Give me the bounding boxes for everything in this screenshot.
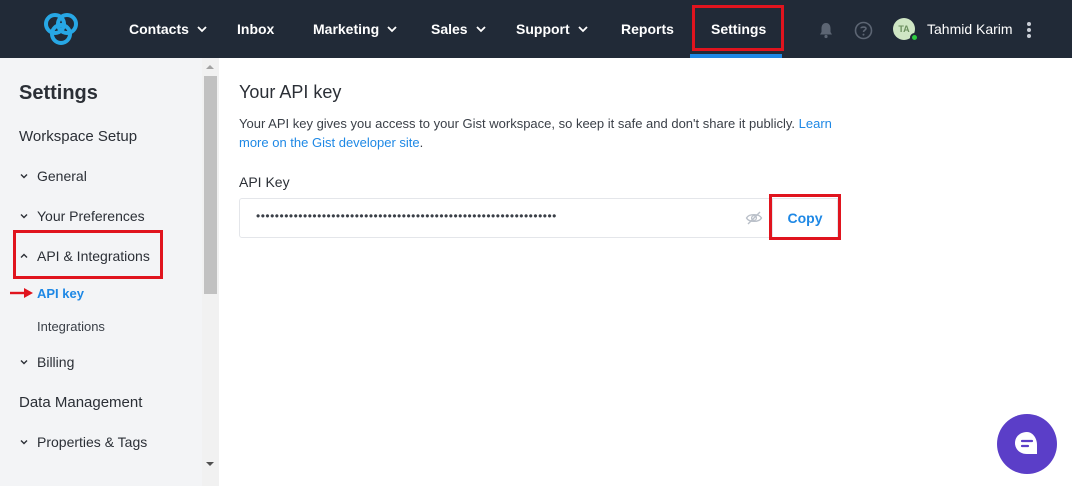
nav-support-label: Support xyxy=(516,21,570,37)
sidebar-section-workspace-setup: Workspace Setup xyxy=(19,128,138,145)
chat-launcher-button[interactable] xyxy=(997,414,1057,474)
gist-logo-icon[interactable] xyxy=(42,11,80,47)
nav-reports-label: Reports xyxy=(621,21,674,37)
sidebar-subitem-integrations[interactable]: Integrations xyxy=(37,319,105,334)
api-key-label: API Key xyxy=(239,174,290,190)
chat-icon xyxy=(1015,432,1037,454)
online-status-dot xyxy=(910,33,919,42)
copy-button-label: Copy xyxy=(787,210,823,226)
settings-sidebar: Settings Workspace Setup General Your Pr… xyxy=(0,58,219,486)
sidebar-item-api-integrations[interactable]: API & Integrations xyxy=(19,248,150,264)
sidebar-item-label: Properties & Tags xyxy=(37,434,148,450)
page-title: Your API key xyxy=(239,82,342,102)
learn-more-link-part-2: more on the Gist developer site xyxy=(239,135,420,150)
sidebar-section-data-management: Data Management xyxy=(19,394,143,411)
sidebar-item-properties-tags[interactable]: Properties & Tags xyxy=(19,434,147,450)
scroll-down-icon[interactable] xyxy=(205,460,215,468)
nav-marketing[interactable]: Marketing xyxy=(313,0,398,58)
nav-reports[interactable]: Reports xyxy=(621,0,674,58)
sidebar-item-billing[interactable]: Billing xyxy=(19,354,74,370)
nav-active-indicator xyxy=(690,54,782,58)
eye-slash-icon[interactable] xyxy=(745,210,763,226)
sidebar-item-your-preferences[interactable]: Your Preferences xyxy=(19,208,145,224)
avatar-initials: TA xyxy=(898,24,910,34)
chevron-down-icon xyxy=(387,26,397,33)
scroll-up-icon[interactable] xyxy=(205,63,215,71)
api-key-masked-value: ••••••••••••••••••••••••••••••••••••••••… xyxy=(256,209,557,223)
chevron-down-icon xyxy=(475,26,486,33)
user-name-label: Tahmid Karim xyxy=(927,21,1013,37)
sidebar-item-label: Your Preferences xyxy=(37,208,145,224)
description-suffix: . xyxy=(419,135,424,150)
arrow-right-icon xyxy=(10,288,33,298)
chevron-down-icon xyxy=(20,214,28,219)
sidebar-subitem-api-key[interactable]: API key xyxy=(37,286,84,301)
more-options-icon[interactable] xyxy=(1022,20,1036,40)
user-name[interactable]: Tahmid Karim xyxy=(927,0,1013,58)
sidebar-item-general[interactable]: General xyxy=(19,168,87,184)
nav-settings-label: Settings xyxy=(711,21,767,37)
bell-icon[interactable] xyxy=(817,21,835,39)
chevron-down-icon xyxy=(197,26,207,33)
chevron-down-icon xyxy=(578,26,588,33)
chevron-down-icon xyxy=(20,440,28,445)
nav-sales-label: Sales xyxy=(431,21,468,37)
api-key-description: Your API key gives you access to your Gi… xyxy=(239,114,839,152)
nav-inbox[interactable]: Inbox xyxy=(237,0,274,58)
nav-support[interactable]: Support xyxy=(516,0,589,58)
learn-more-link-part-1: Learn xyxy=(798,116,832,131)
nav-settings[interactable]: Settings xyxy=(711,0,766,58)
sidebar-title: Settings xyxy=(19,82,98,104)
sidebar-item-label: General xyxy=(37,168,87,184)
nav-sales[interactable]: Sales xyxy=(431,0,487,58)
nav-marketing-label: Marketing xyxy=(313,21,380,37)
nav-contacts-label: Contacts xyxy=(129,21,189,37)
nav-inbox-label: Inbox xyxy=(237,21,275,37)
description-text: Your API key gives you access to your Gi… xyxy=(239,116,795,131)
sidebar-item-label: Billing xyxy=(37,354,75,370)
chevron-down-icon xyxy=(20,174,28,179)
chevron-up-icon xyxy=(20,253,28,258)
nav-contacts[interactable]: Contacts xyxy=(129,0,208,58)
scrollbar-thumb[interactable] xyxy=(204,76,217,294)
copy-button[interactable]: Copy xyxy=(772,198,838,238)
sidebar-item-label: API & Integrations xyxy=(37,248,150,264)
help-icon[interactable] xyxy=(854,21,873,40)
chevron-down-icon xyxy=(20,360,28,365)
